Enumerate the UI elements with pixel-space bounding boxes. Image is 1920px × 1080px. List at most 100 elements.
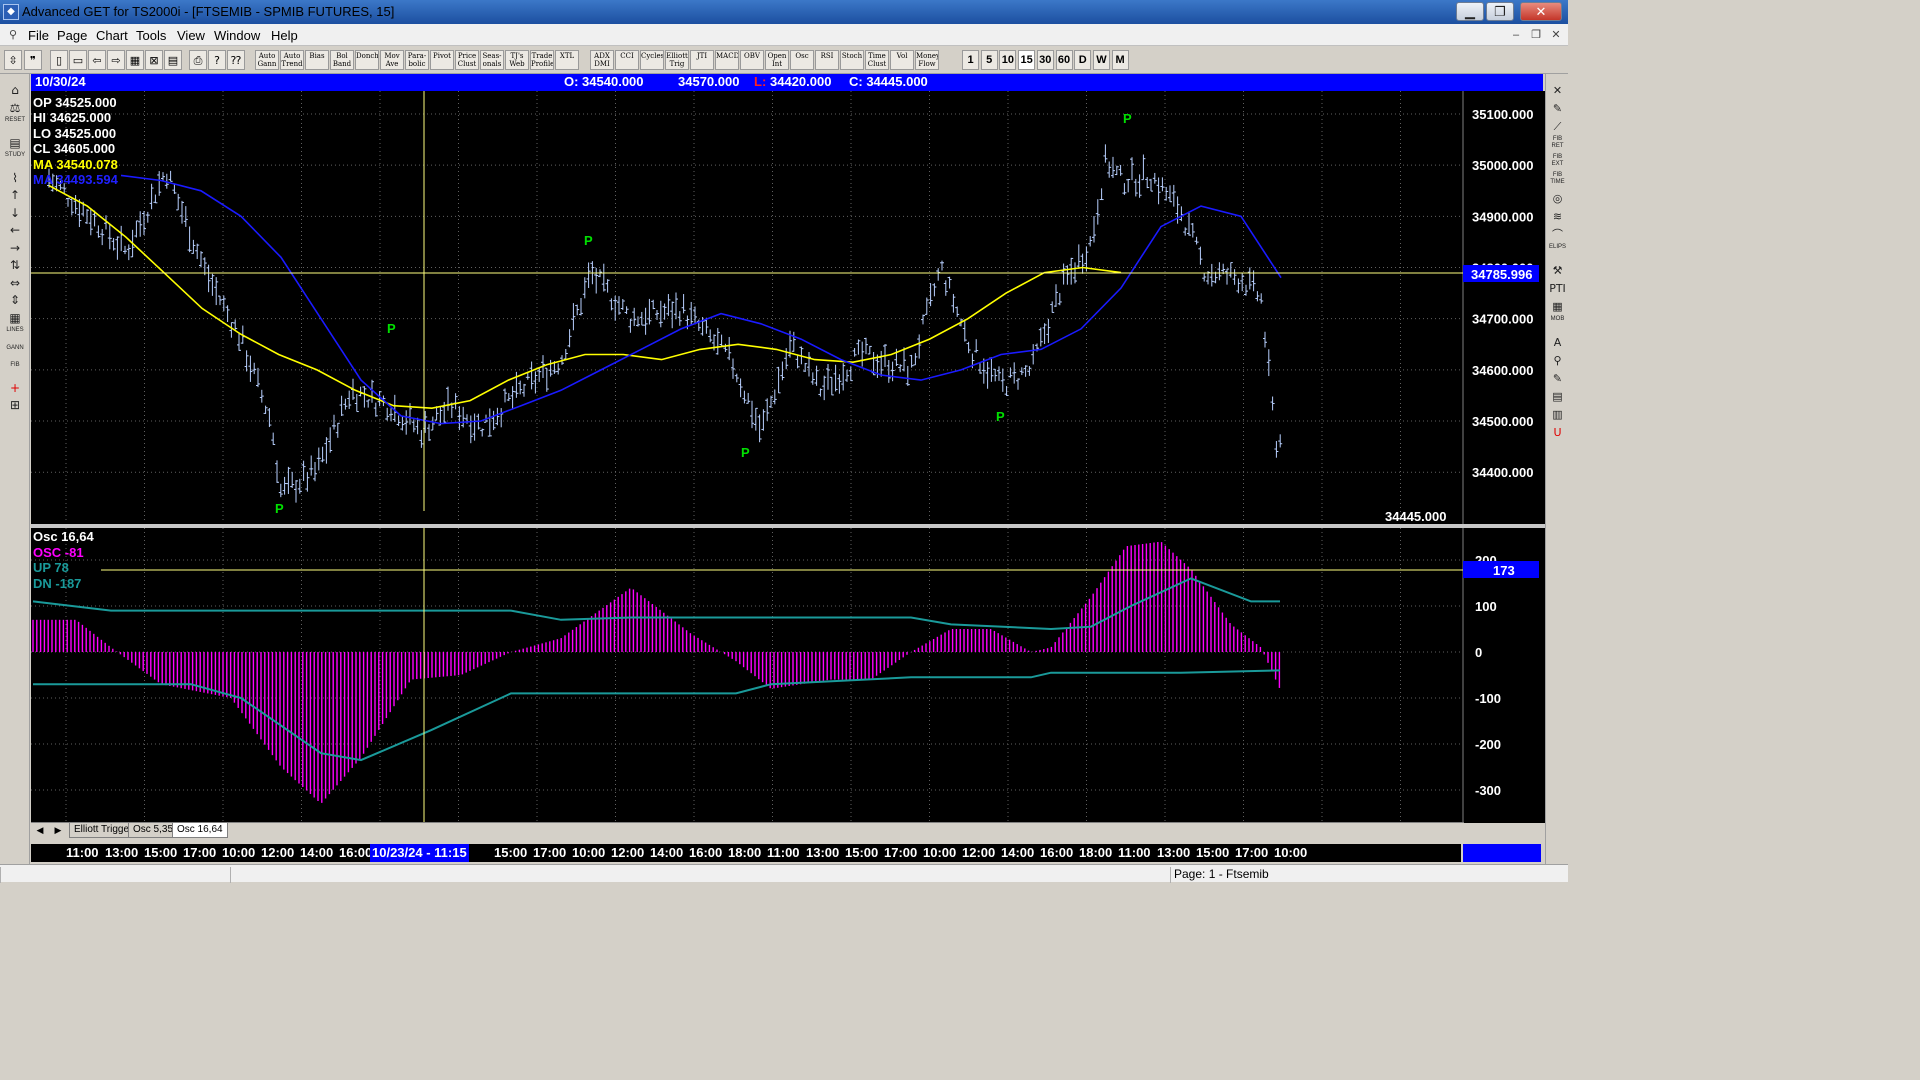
study-button-18[interactable]: MACD <box>715 50 739 70</box>
menu-help[interactable]: Help <box>271 28 298 43</box>
list-icon[interactable]: ▤ <box>1548 388 1567 405</box>
scale-icon[interactable]: ⚖ <box>4 100 26 117</box>
study-button-15[interactable]: Cycles <box>640 50 664 70</box>
study-button-17[interactable]: JTI <box>690 50 714 70</box>
pointer-icon[interactable]: ⇳ <box>4 50 22 70</box>
up-arrow-icon[interactable]: ↑ <box>4 187 26 204</box>
expand-h-icon[interactable]: ⇔ <box>4 275 26 292</box>
menu-window[interactable]: Window <box>214 28 260 43</box>
arc-icon[interactable]: ⌒ <box>1548 226 1567 243</box>
pencil-icon[interactable]: ✎ <box>1548 100 1567 117</box>
menu-tools[interactable]: Tools <box>136 28 166 43</box>
bars-icon[interactable]: ▤ <box>4 135 26 152</box>
period-button-M[interactable]: M <box>1111 50 1129 70</box>
quote-icon[interactable]: ❞ <box>24 50 42 70</box>
menu-page[interactable]: Page <box>57 28 87 43</box>
study-button-26[interactable]: Money Flow <box>915 50 939 70</box>
mob-icon[interactable]: MOB <box>1548 316 1567 333</box>
forward-icon[interactable]: ⇨ <box>107 50 125 70</box>
fan-icon[interactable]: ≋ <box>1548 208 1567 225</box>
menu-file[interactable]: File <box>28 28 49 43</box>
period-button-W[interactable]: W <box>1092 50 1110 70</box>
hammer-icon[interactable]: ⚒ <box>1548 262 1567 279</box>
tab-scroll-left-icon[interactable]: ◀ <box>33 824 47 837</box>
study-button-16[interactable]: Elliott Trig <box>665 50 689 70</box>
study-button-19[interactable]: OBV <box>740 50 764 70</box>
expand-v-icon[interactable]: ⇕ <box>4 292 26 309</box>
study-icon[interactable]: STUDY <box>4 152 26 169</box>
lines-icon[interactable]: LINES <box>4 327 26 344</box>
layout-icon[interactable]: ▤ <box>164 50 182 70</box>
close-tool-icon[interactable]: ✕ <box>1548 82 1567 99</box>
grid-icon[interactable]: ▦ <box>126 50 144 70</box>
study-button-21[interactable]: Osc <box>790 50 814 70</box>
study-button-23[interactable]: Stoch <box>840 50 864 70</box>
home-icon[interactable]: ⌂ <box>4 82 26 99</box>
trendline-icon[interactable]: ⟋ <box>1548 118 1567 135</box>
fib-icon[interactable]: FIB <box>4 362 26 379</box>
chart-area[interactable]: 35100.00035000.00034900.00034800.0003470… <box>31 91 1545 823</box>
grid-icon[interactable]: ▦ <box>4 310 26 327</box>
study-button-4[interactable]: Donch <box>355 50 379 70</box>
study-button-0[interactable]: Auto Gann <box>255 50 279 70</box>
menu-chart[interactable]: Chart <box>96 28 128 43</box>
help-icon[interactable]: ? <box>208 50 226 70</box>
period-button-10[interactable]: 10 <box>999 50 1017 70</box>
oscillator-chart[interactable]: 2001000-100-200-300173 <box>31 528 1545 823</box>
period-button-1[interactable]: 1 <box>962 50 979 70</box>
tab-osc-5-35[interactable]: Osc 5,35 <box>128 823 179 838</box>
mdi-restore-icon[interactable]: ❐ <box>1528 27 1544 43</box>
circle-icon[interactable]: ◎ <box>1548 190 1567 207</box>
fib-time-icon[interactable]: FIB TIME <box>1548 172 1567 189</box>
study-button-1[interactable]: Auto Trend <box>280 50 304 70</box>
fib-ret-icon[interactable]: FIB RET <box>1548 136 1567 153</box>
right-arrow-icon[interactable]: → <box>4 240 26 257</box>
mdi-close-icon[interactable]: ✕ <box>1548 27 1564 43</box>
tab-scroll-right-icon[interactable]: ▶ <box>51 824 65 837</box>
mdi-minimize-icon[interactable]: – <box>1508 27 1524 43</box>
down-arrow-icon[interactable]: ↓ <box>4 205 26 222</box>
price-chart[interactable]: 35100.00035000.00034900.00034800.0003470… <box>31 91 1545 524</box>
vertical-icon[interactable]: ⇅ <box>4 257 26 274</box>
ellipse-icon[interactable]: ELIPS <box>1548 244 1567 261</box>
menu-view[interactable]: View <box>177 28 205 43</box>
context-help-icon[interactable]: ⁇ <box>227 50 245 70</box>
study-button-13[interactable]: ADX DMI <box>590 50 614 70</box>
study-button-9[interactable]: Seas- onals <box>480 50 504 70</box>
open-icon[interactable]: ▭ <box>69 50 87 70</box>
gann-icon[interactable]: GANN <box>4 345 26 362</box>
study-button-6[interactable]: Para- bolic <box>405 50 429 70</box>
study-button-5[interactable]: Mov Ave <box>380 50 404 70</box>
doc-icon[interactable]: ⚲ <box>5 27 21 43</box>
study-button-3[interactable]: Bol Band <box>330 50 354 70</box>
settings-icon[interactable]: ⊞ <box>4 397 26 414</box>
text-tool-icon[interactable]: A <box>1548 334 1567 351</box>
back-icon[interactable]: ⇦ <box>88 50 106 70</box>
study-button-14[interactable]: CCI <box>615 50 639 70</box>
zoom-icon[interactable]: ⚲ <box>1548 352 1567 369</box>
period-button-D[interactable]: D <box>1074 50 1092 70</box>
study-button-10[interactable]: TJ's Web <box>505 50 529 70</box>
table-icon[interactable]: ▥ <box>1548 406 1567 423</box>
pti-icon[interactable]: PTI <box>1548 280 1567 297</box>
maximize-button[interactable]: ❐ <box>1486 2 1514 21</box>
delete-icon[interactable]: ⊠ <box>145 50 163 70</box>
grid-tool-icon[interactable]: ▦ <box>1548 298 1567 315</box>
study-button-7[interactable]: Pivot <box>430 50 454 70</box>
fib-ext-icon[interactable]: FIB EXT <box>1548 154 1567 171</box>
study-button-8[interactable]: Price Clust <box>455 50 479 70</box>
print-icon[interactable]: ⎙ <box>189 50 207 70</box>
left-arrow-icon[interactable]: ← <box>4 222 26 239</box>
period-button-5[interactable]: 5 <box>980 50 998 70</box>
study-button-11[interactable]: Trade Profile <box>530 50 554 70</box>
period-button-60[interactable]: 60 <box>1055 50 1073 70</box>
tab-osc-16-64[interactable]: Osc 16,64 <box>172 823 228 838</box>
study-button-24[interactable]: Time Clust <box>865 50 889 70</box>
period-button-15[interactable]: 15 <box>1018 50 1036 70</box>
marker-icon[interactable]: ✎ <box>1548 370 1567 387</box>
period-button-30[interactable]: 30 <box>1036 50 1054 70</box>
new-page-icon[interactable]: ▯ <box>50 50 68 70</box>
crosshair-icon[interactable]: + <box>4 380 26 397</box>
close-button[interactable]: ✕ <box>1520 2 1562 21</box>
study-button-25[interactable]: Vol <box>890 50 914 70</box>
